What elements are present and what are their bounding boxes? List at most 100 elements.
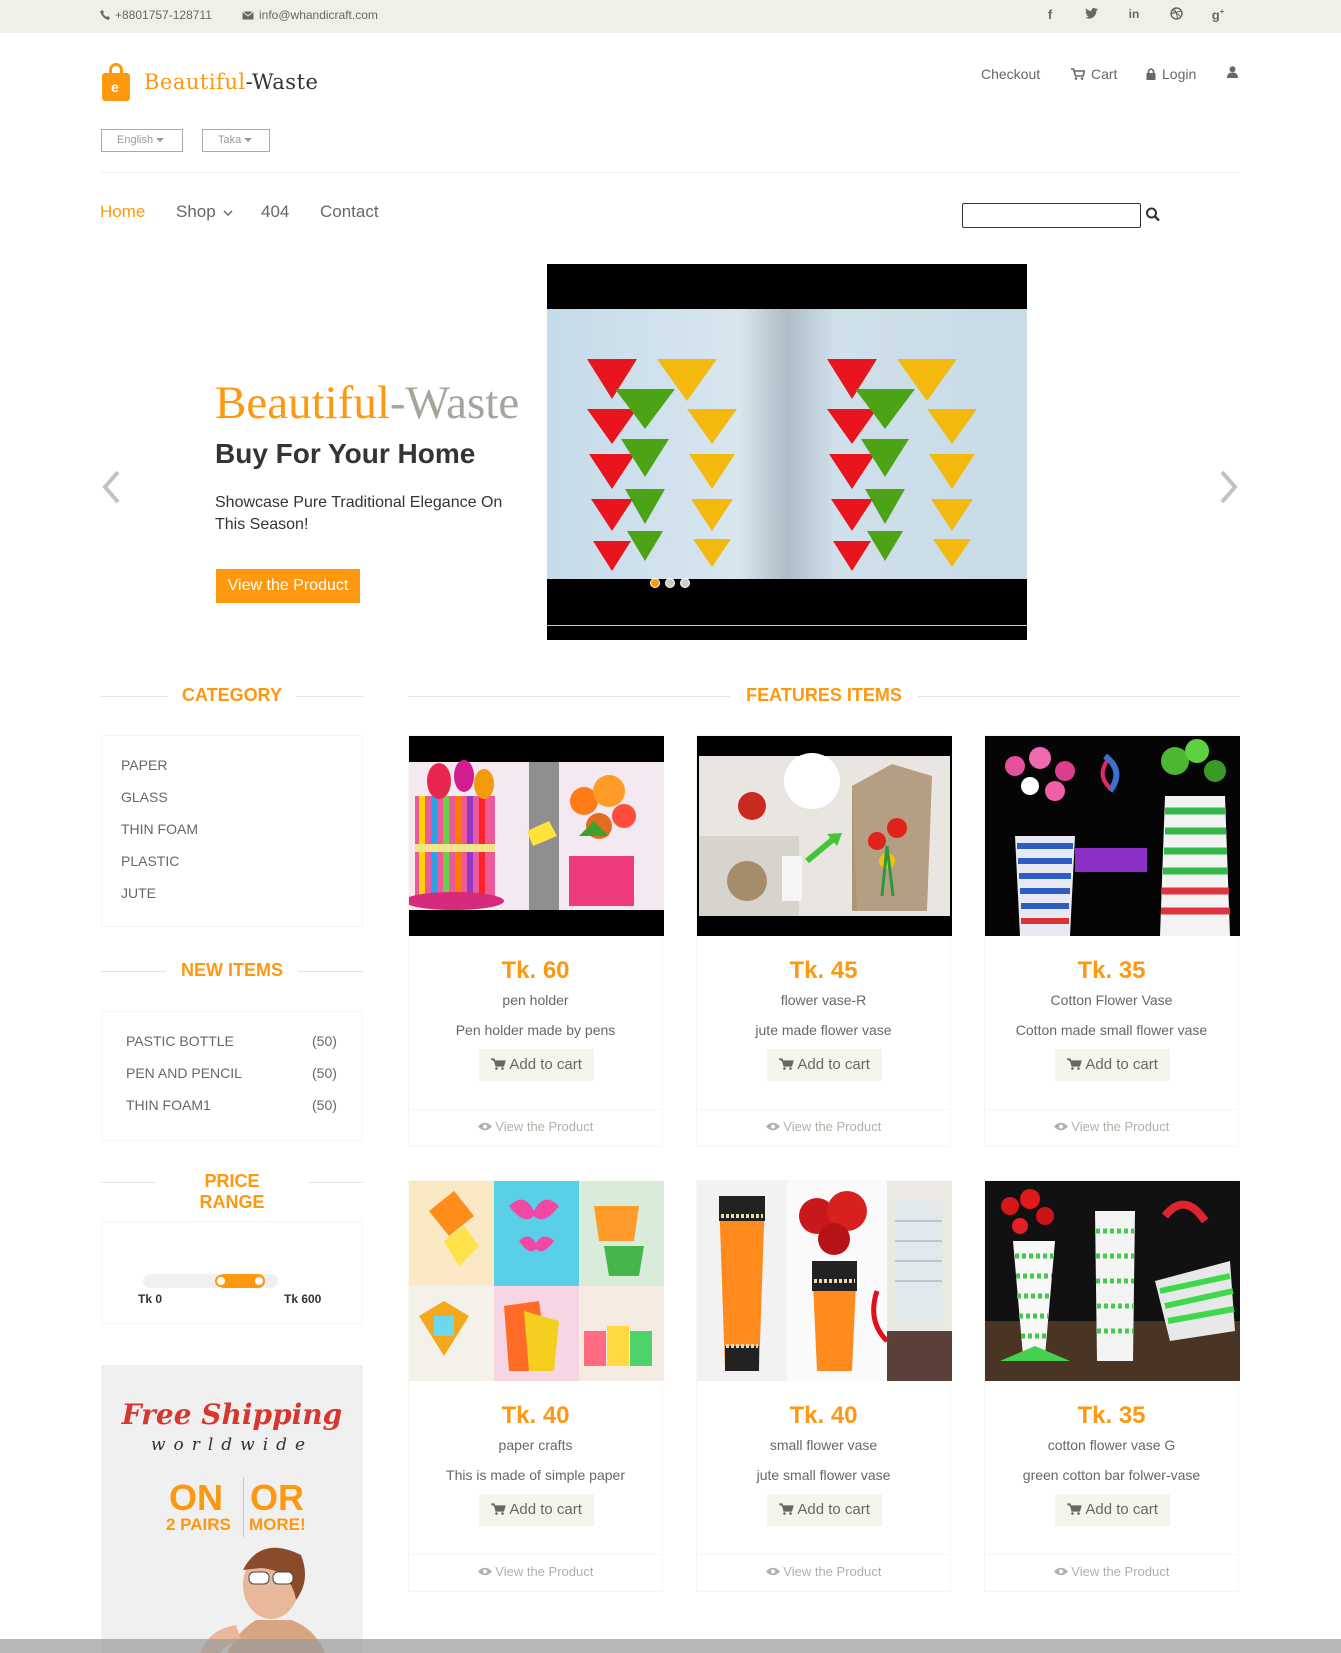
nav-contact[interactable]: Contact	[320, 202, 379, 222]
cart-link[interactable]: Cart	[1071, 66, 1117, 82]
search-input[interactable]	[962, 203, 1141, 228]
product-image[interactable]	[985, 736, 1240, 936]
price-range-panel	[101, 1221, 363, 1324]
product-description: This is made of simple paper	[446, 1467, 625, 1483]
slider-subtitle: Buy For Your Home	[215, 438, 476, 469]
product-description: jute made flower vase	[755, 1022, 892, 1038]
view-product-link[interactable]: View the Product	[985, 1564, 1238, 1579]
free-shipping-banner[interactable]: Free Shipping worldwide ON OR 2 PAIRS MO…	[101, 1365, 363, 1653]
product-price: Tk. 35	[1077, 957, 1146, 984]
cart-icon	[489, 1058, 506, 1070]
add-to-cart-button[interactable]: Add to cart	[1055, 1494, 1170, 1526]
category-item-thin-foam[interactable]: THIN FOAM	[121, 821, 198, 837]
product-image[interactable]	[409, 1181, 664, 1381]
category-item-glass[interactable]: GLASS	[121, 789, 168, 805]
horizontal-scrollbar[interactable]	[0, 1639, 1341, 1653]
cart-icon	[777, 1058, 794, 1070]
slider-prev-arrow[interactable]	[101, 469, 121, 505]
price-range-max-handle[interactable]	[252, 1275, 265, 1287]
product-price: Tk. 45	[789, 957, 858, 984]
add-to-cart-button[interactable]: Add to cart	[479, 1049, 594, 1081]
site-logo[interactable]: e Beautiful-Waste	[100, 63, 318, 101]
envelope-icon	[242, 10, 254, 19]
search-icon[interactable]	[1145, 206, 1161, 224]
cart-icon	[1065, 1503, 1082, 1515]
view-product-link[interactable]: View the Product	[409, 1564, 662, 1579]
product-card: Tk. 40 paper crafts This is made of simp…	[408, 1180, 664, 1592]
phone-icon	[100, 10, 110, 20]
free-shipping-text: Free Shipping	[121, 1398, 343, 1431]
slider-dot-2[interactable]	[665, 578, 675, 588]
add-to-cart-button[interactable]: Add to cart	[767, 1049, 882, 1081]
category-item-jute[interactable]: JUTE	[121, 885, 156, 901]
eye-icon	[477, 1122, 492, 1131]
slider-next-arrow[interactable]	[1219, 469, 1239, 505]
new-item-count: (50)	[312, 1097, 337, 1113]
new-item-label[interactable]: THIN FOAM1	[126, 1097, 211, 1113]
email-address: info@whandicraft.com	[259, 8, 378, 22]
new-item-count: (50)	[312, 1033, 337, 1049]
user-icon[interactable]	[1227, 66, 1238, 78]
nav-shop[interactable]: Shop	[176, 202, 233, 222]
category-item-paper[interactable]: PAPER	[121, 757, 167, 773]
cart-icon	[777, 1503, 794, 1515]
product-price: Tk. 60	[501, 957, 570, 984]
slider-view-product-button[interactable]: View the Product	[216, 569, 360, 603]
on-text: ON	[169, 1477, 223, 1518]
product-image[interactable]	[409, 736, 664, 936]
add-to-cart-button[interactable]: Add to cart	[767, 1494, 882, 1526]
login-link[interactable]: Login	[1146, 66, 1196, 82]
slider-image	[547, 264, 1027, 640]
add-to-cart-button[interactable]: Add to cart	[479, 1494, 594, 1526]
phone-contact[interactable]: +8801757-128711	[100, 8, 212, 22]
product-description: Pen holder made by pens	[455, 1022, 616, 1038]
or-text: OR	[250, 1477, 304, 1518]
new-item-count: (50)	[312, 1065, 337, 1081]
product-card: Tk. 35 cotton flower vase G green cotton…	[984, 1180, 1240, 1592]
currency-dropdown[interactable]: Taka	[202, 129, 270, 152]
cart-icon	[1071, 68, 1085, 80]
google-plus-icon[interactable]: g+	[1208, 7, 1228, 22]
linkedin-icon[interactable]: in	[1124, 7, 1144, 21]
product-name: small flower vase	[769, 1437, 878, 1453]
eye-icon	[477, 1567, 492, 1576]
twitter-icon[interactable]	[1081, 7, 1101, 22]
header-divider	[100, 172, 1240, 173]
view-product-link[interactable]: View the Product	[697, 1564, 950, 1579]
product-price: Tk. 40	[789, 1402, 858, 1429]
worldwide-text: worldwide	[150, 1435, 314, 1455]
product-card: Tk. 60 pen holder Pen holder made by pen…	[408, 735, 664, 1147]
email-contact[interactable]: info@whandicraft.com	[242, 8, 378, 22]
product-name: paper crafts	[498, 1437, 573, 1453]
view-product-link[interactable]: View the Product	[409, 1119, 662, 1134]
language-dropdown[interactable]: English	[101, 129, 183, 152]
add-to-cart-button[interactable]: Add to cart	[1055, 1049, 1170, 1081]
product-image[interactable]	[697, 736, 952, 936]
slider-title: Beautiful-Waste	[215, 377, 520, 429]
chevron-down-icon	[223, 210, 233, 217]
view-product-link[interactable]: View the Product	[697, 1119, 950, 1134]
eye-icon	[1053, 1122, 1068, 1131]
cart-icon	[489, 1503, 506, 1515]
nav-404[interactable]: 404	[261, 202, 289, 222]
new-item-label[interactable]: PEN AND PENCIL	[126, 1065, 242, 1081]
slider-dot-3[interactable]	[680, 578, 690, 588]
eye-icon	[765, 1567, 780, 1576]
product-name: Cotton Flower Vase	[1050, 992, 1173, 1008]
new-item-label[interactable]: PASTIC BOTTLE	[126, 1033, 234, 1049]
top-bar: +8801757-128711 info@whandicraft.com f i…	[0, 0, 1341, 33]
price-range-heading: PRICE RANGE	[156, 1171, 308, 1213]
dribbble-icon[interactable]	[1166, 7, 1186, 23]
facebook-icon[interactable]: f	[1040, 7, 1060, 22]
slider-dot-1[interactable]	[650, 578, 660, 588]
eye-icon	[1053, 1567, 1068, 1576]
product-card: Tk. 35 Cotton Flower Vase Cotton made sm…	[984, 735, 1240, 1147]
brand-name: Beautiful-Waste	[144, 70, 319, 94]
view-product-link[interactable]: View the Product	[985, 1119, 1238, 1134]
product-image[interactable]	[697, 1181, 952, 1381]
category-item-plastic[interactable]: PLASTIC	[121, 853, 179, 869]
product-image[interactable]	[985, 1181, 1240, 1381]
nav-home[interactable]: Home	[100, 202, 145, 222]
product-card: Tk. 40 small flower vase jute small flow…	[696, 1180, 952, 1592]
checkout-link[interactable]: Checkout	[981, 66, 1040, 82]
